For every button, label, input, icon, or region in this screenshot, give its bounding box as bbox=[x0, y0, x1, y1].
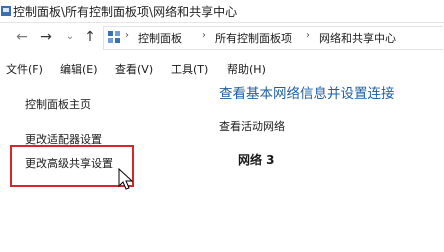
control-panel-icon bbox=[108, 31, 120, 43]
breadcrumb-separator[interactable]: › bbox=[125, 30, 129, 41]
window-title: 控制面板\所有控制面板项\网络和共享中心 bbox=[13, 5, 238, 19]
menu-help[interactable]: 帮助(H) bbox=[227, 61, 266, 77]
breadcrumb-separator[interactable]: › bbox=[306, 30, 310, 41]
arrow-up-icon[interactable]: ↑ bbox=[80, 26, 100, 48]
breadcrumb-control-panel[interactable]: 控制面板 bbox=[138, 30, 182, 46]
page-title: 查看基本网络信息并设置连接 bbox=[219, 86, 395, 102]
sidebar-link-control-panel-home[interactable]: 控制面板主页 bbox=[25, 96, 91, 112]
network-name: 网络 3 bbox=[238, 153, 275, 167]
highlight-box bbox=[10, 145, 134, 187]
menu-view[interactable]: 查看(V) bbox=[115, 61, 153, 77]
chevron-down-icon[interactable]: ⌄ bbox=[60, 26, 80, 48]
mouse-pointer-icon bbox=[118, 168, 134, 190]
menu-edit[interactable]: 编辑(E) bbox=[60, 61, 98, 77]
control-panel-window: 控制面板\所有控制面板项\网络和共享中心 ← → ⌄ ↑ › 控制面板 › 所有… bbox=[0, 0, 444, 252]
title-bar: 控制面板\所有控制面板项\网络和共享中心 bbox=[0, 0, 444, 23]
active-networks-label: 查看活动网络 bbox=[219, 120, 285, 133]
menu-bar: 文件(F) 编辑(E) 查看(V) 工具(T) 帮助(H) bbox=[0, 60, 444, 78]
arrow-right-icon[interactable]: → bbox=[36, 26, 56, 48]
breadcrumb-separator[interactable]: › bbox=[202, 30, 206, 41]
breadcrumb-all-items[interactable]: 所有控制面板项 bbox=[215, 30, 292, 46]
menu-tools[interactable]: 工具(T) bbox=[171, 61, 208, 77]
address-bar[interactable]: › 控制面板 › 所有控制面板项 › 网络和共享中心 bbox=[103, 26, 443, 50]
menu-file[interactable]: 文件(F) bbox=[6, 61, 43, 77]
navigation-bar: ← → ⌄ ↑ › 控制面板 › 所有控制面板项 › 网络和共享中心 bbox=[0, 26, 444, 50]
network-center-icon bbox=[1, 6, 11, 16]
breadcrumb-network-center[interactable]: 网络和共享中心 bbox=[319, 30, 396, 46]
arrow-left-icon[interactable]: ← bbox=[12, 26, 32, 48]
